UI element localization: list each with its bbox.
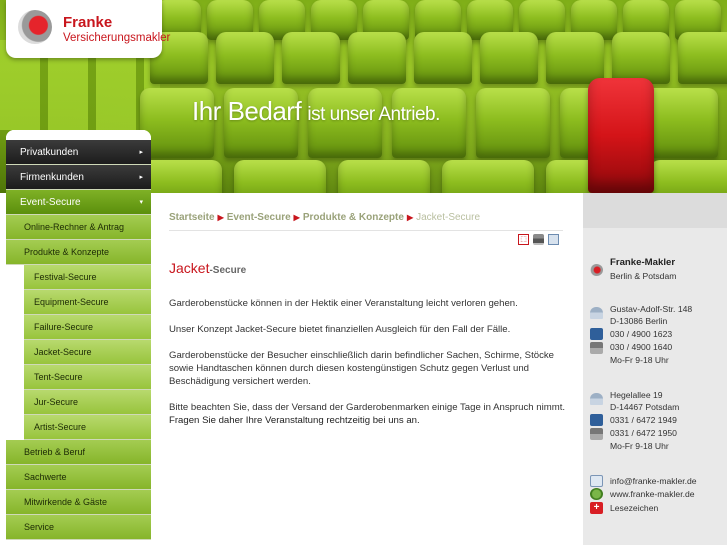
- sidebar-item-label: Service: [24, 522, 55, 532]
- fax-icon: [590, 342, 603, 354]
- globe-icon: [590, 488, 603, 500]
- berlin-phone[interactable]: 030 / 4900 1623: [610, 329, 672, 339]
- sidebar-nav: Privatkunden ▸ Firmenkunden ▸ Event-Secu…: [6, 130, 151, 545]
- potsdam-fax: 0331 / 6472 1950: [610, 428, 677, 438]
- contact-sidebar: Franke-Makler Berlin & Potsdam Gustav-Ad…: [583, 193, 727, 545]
- sidebar-item-label: Privatkunden: [20, 146, 79, 158]
- breadcrumb-arrow-icon: ▶: [293, 213, 300, 222]
- phone-icon: [590, 414, 603, 426]
- chevron-right-icon: ▸: [139, 174, 143, 181]
- breadcrumb-arrow-icon: ▶: [217, 213, 224, 222]
- sidebar-item-online-rechner[interactable]: Online-Rechner & Antrag: [6, 215, 151, 240]
- paragraph: Bitte beachten Sie, dass der Versand der…: [169, 402, 566, 413]
- sidebar-item-label: Firmenkunden: [20, 171, 84, 183]
- paragraph: Garderobenstücke der Besucher einschließ…: [169, 350, 555, 387]
- phone-icon: [590, 328, 603, 340]
- sidebar-item-festival-secure[interactable]: Festival-Secure: [24, 265, 151, 290]
- website-link[interactable]: www.franke-makler.de: [610, 489, 695, 499]
- berlin-hours: Mo-Fr 9-18 Uhr: [610, 355, 669, 365]
- pdf-icon[interactable]: ⬚: [518, 234, 529, 245]
- potsdam-hours: Mo-Fr 9-18 Uhr: [610, 441, 669, 451]
- sidebar-item-tent-secure[interactable]: Tent-Secure: [24, 365, 151, 390]
- contact-cities: Berlin & Potsdam: [610, 271, 677, 281]
- berlin-street: Gustav-Adolf-Str. 148: [610, 304, 693, 314]
- chevron-down-icon: ▾: [139, 199, 143, 206]
- house-icon: [590, 307, 603, 319]
- red-seat-image: [588, 78, 654, 193]
- bookmark-plus-icon: +: [590, 502, 603, 514]
- email-link[interactable]: info@franke-makler.de: [610, 476, 697, 486]
- banner-seat-row: [150, 32, 727, 84]
- page-tools: ⬚: [518, 234, 559, 245]
- banner-slogan: Ihr Bedarf ist unser Antrieb.: [192, 96, 440, 127]
- mail-icon[interactable]: [548, 234, 559, 245]
- breadcrumb-link-startseite[interactable]: Startseite: [169, 212, 215, 223]
- sidebar-item-label: Failure-Secure: [34, 322, 94, 332]
- sidebar-item-artist-secure[interactable]: Artist-Secure: [24, 415, 151, 440]
- sidebar-item-failure-secure[interactable]: Failure-Secure: [24, 315, 151, 340]
- sidebar-item-jacket-secure[interactable]: Jacket-Secure: [24, 340, 151, 365]
- sidebar-item-service[interactable]: Service: [6, 515, 151, 540]
- page-title-suffix: -Secure: [209, 265, 247, 276]
- breadcrumb-current: Jacket-Secure: [416, 212, 481, 223]
- logo-mark-icon: [18, 10, 52, 44]
- sidebar-item-produkte-konzepte[interactable]: Produkte & Konzepte: [6, 240, 151, 265]
- sidebar-item-label: Online-Rechner & Antrag: [24, 222, 125, 232]
- sidebar-item-label: Artist-Secure: [34, 422, 87, 432]
- page-title: Jacket-Secure: [169, 260, 246, 276]
- breadcrumb-link-event-secure[interactable]: Event-Secure: [227, 212, 291, 223]
- sidebar-item-label: Equipment-Secure: [34, 297, 109, 307]
- main-content: Startseite ▶ Event-Secure ▶ Produkte & Konze…: [163, 193, 583, 545]
- page-body: Garderobenstücke können in der Hektik ei…: [169, 297, 569, 427]
- sidebar-item-label: Event-Secure: [20, 196, 81, 208]
- fax-icon: [590, 428, 603, 440]
- sidebar-item-firmenkunden[interactable]: Firmenkunden ▸: [6, 165, 151, 190]
- sidebar-item-label: Jur-Secure: [34, 397, 79, 407]
- sidebar-item-equipment-secure[interactable]: Equipment-Secure: [24, 290, 151, 315]
- breadcrumb-arrow-icon: ▶: [406, 213, 414, 222]
- sidebar-item-label: Produkte & Konzepte: [24, 247, 110, 257]
- sidebar-item-privatkunden[interactable]: Privatkunden ▸: [6, 140, 151, 165]
- email-icon: [590, 475, 603, 487]
- slogan-part-b: ist unser Antrieb.: [307, 104, 440, 125]
- sidebar-item-label: Mitwirkende & Gäste: [24, 497, 108, 507]
- berlin-city: D-13086 Berlin: [610, 316, 668, 326]
- print-icon[interactable]: [533, 234, 544, 245]
- logo-name: Franke: [63, 14, 113, 31]
- sidebar-item-label: Tent-Secure: [34, 372, 83, 382]
- sidebar-item-mitwirkende-gaeste[interactable]: Mitwirkende & Gäste: [6, 490, 151, 515]
- contact-name: Franke-Makler: [610, 257, 676, 268]
- contact-header-bar: [583, 193, 727, 228]
- chevron-right-icon: ▸: [139, 149, 143, 156]
- bookmark-link[interactable]: Lesezeichen: [610, 503, 658, 513]
- sidebar-item-sachwerte[interactable]: Sachwerte: [6, 465, 151, 490]
- logo-subtitle: Versicherungsmakler: [63, 32, 171, 44]
- sidebar-item-label: Sachwerte: [24, 472, 67, 482]
- breadcrumb: Startseite ▶ Event-Secure ▶ Produkte & Konze…: [169, 212, 480, 223]
- sidebar-item-label: Betrieb & Beruf: [24, 447, 86, 457]
- paragraph-emphasis: Fragen Sie daher Ihre Veranstaltung rech…: [169, 415, 420, 426]
- divider: [169, 230, 563, 231]
- berlin-fax: 030 / 4900 1640: [610, 342, 673, 352]
- sidebar-item-betrieb-beruf[interactable]: Betrieb & Beruf: [6, 440, 151, 465]
- sidebar-item-label: Jacket-Secure: [34, 347, 92, 357]
- paragraph: Garderobenstücke können in der Hektik ei…: [169, 298, 518, 309]
- potsdam-city: D-14467 Potsdam: [610, 402, 680, 412]
- sidebar-item-label: Festival-Secure: [34, 272, 97, 282]
- sidebar-item-event-secure[interactable]: Event-Secure ▾: [6, 190, 151, 215]
- slogan-part-a: Ihr Bedarf: [192, 96, 302, 126]
- logo[interactable]: Franke Versicherungsmakler: [6, 0, 170, 58]
- paragraph: Unser Konzept Jacket-Secure bietet finan…: [169, 324, 511, 335]
- page-title-main: Jacket: [169, 260, 210, 276]
- logo-mark-icon: [590, 264, 603, 276]
- potsdam-phone[interactable]: 0331 / 6472 1949: [610, 415, 677, 425]
- sidebar-item-jur-secure[interactable]: Jur-Secure: [24, 390, 151, 415]
- potsdam-street: Hegelallee 19: [610, 390, 663, 400]
- breadcrumb-link-produkte-konzepte[interactable]: Produkte & Konzepte: [303, 212, 404, 223]
- house-icon: [590, 393, 603, 405]
